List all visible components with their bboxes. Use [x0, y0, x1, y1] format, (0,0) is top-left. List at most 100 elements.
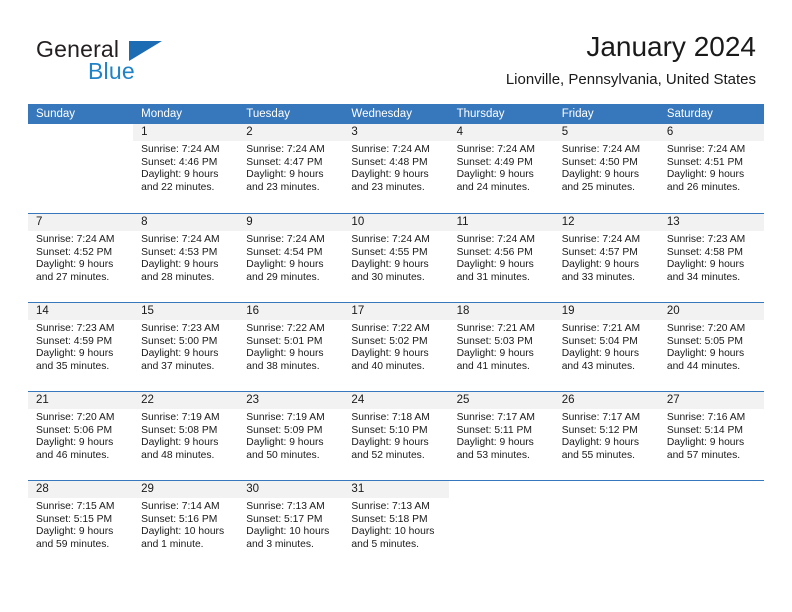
daylight-text-line2: and 53 minutes. [456, 449, 530, 461]
calendar-day-cell[interactable]: 23 Sunrise: 7:19 AM Sunset: 5:09 PM Dayligh… [238, 392, 344, 480]
daylight-text-line1: Daylight: 9 hours [666, 348, 745, 360]
sunset-text: Sunset: 5:05 PM [666, 335, 743, 347]
calendar-day-cell[interactable]: 14 Sunrise: 7:23 AM Sunset: 4:59 PM Dayligh… [28, 303, 134, 391]
daylight-text-line2: and 23 minutes. [351, 181, 425, 193]
day-details: Sunrise: 7:18 AM Sunset: 5:10 PM Daylight:… [343, 409, 448, 462]
calendar-day-cell[interactable]: 17 Sunrise: 7:22 AM Sunset: 5:02 PM Dayligh… [343, 303, 449, 391]
calendar-day-cell[interactable]: 18 Sunrise: 7:21 AM Sunset: 5:03 PM Dayligh… [448, 303, 554, 391]
sunset-text: Sunset: 5:17 PM [246, 513, 323, 525]
sunset-text: Sunset: 5:08 PM [141, 424, 218, 436]
daylight-text-line1: Daylight: 9 hours [36, 348, 114, 360]
calendar-day-cell[interactable]: 21 Sunrise: 7:20 AM Sunset: 5:06 PM Dayligh… [28, 392, 134, 480]
sunset-text: Sunset: 4:48 PM [351, 156, 428, 168]
daylight-text-line1: Daylight: 9 hours [561, 169, 639, 181]
daylight-text-line2: and 34 minutes. [666, 271, 741, 283]
calendar-day-cell[interactable]: 19 Sunrise: 7:21 AM Sunset: 5:04 PM Dayligh… [553, 303, 659, 391]
day-number: 5 [553, 124, 659, 141]
day-number: 29 [133, 481, 239, 498]
calendar-day-cell[interactable]: 3 Sunrise: 7:24 AM Sunset: 4:48 PM Daylight… [343, 124, 449, 213]
calendar-day-cell[interactable]: 12 Sunrise: 7:24 AM Sunset: 4:57 PM Dayligh… [553, 214, 659, 302]
calendar-week-row: 1 Sunrise: 7:24 AM Sunset: 4:46 PM Daylight… [28, 124, 764, 213]
sunrise-text: Sunrise: 7:13 AM [351, 501, 430, 512]
day-number: 15 [133, 303, 239, 320]
daylight-text-line2: and 1 minute. [141, 538, 204, 550]
sunrise-text: Sunrise: 7:21 AM [456, 323, 535, 334]
sunset-text: Sunset: 5:00 PM [141, 335, 218, 347]
calendar-day-cell[interactable]: 5 Sunrise: 7:24 AM Sunset: 4:50 PM Daylight… [553, 124, 659, 213]
sunrise-text: Sunrise: 7:24 AM [141, 144, 220, 155]
daylight-text-line1: Daylight: 9 hours [561, 437, 639, 449]
daylight-text-line1: Daylight: 9 hours [456, 169, 534, 181]
calendar-day-cell[interactable]: 30 Sunrise: 7:13 AM Sunset: 5:17 PM Dayligh… [238, 481, 344, 569]
daylight-text-line2: and 46 minutes. [36, 449, 110, 461]
sunset-text: Sunset: 5:18 PM [351, 513, 428, 525]
calendar-day-cell[interactable]: 29 Sunrise: 7:14 AM Sunset: 5:16 PM Dayligh… [133, 481, 239, 569]
sunrise-text: Sunrise: 7:24 AM [351, 234, 430, 245]
sunset-text: Sunset: 5:15 PM [36, 513, 113, 525]
calendar-day-cell[interactable]: 15 Sunrise: 7:23 AM Sunset: 5:00 PM Dayligh… [133, 303, 239, 391]
daylight-text-line2: and 43 minutes. [561, 360, 635, 372]
calendar-day-cell[interactable]: 4 Sunrise: 7:24 AM Sunset: 4:49 PM Daylight… [448, 124, 554, 213]
day-details: Sunrise: 7:24 AM Sunset: 4:55 PM Daylight:… [343, 231, 448, 284]
sunrise-text: Sunrise: 7:22 AM [246, 323, 325, 334]
calendar-day-cell[interactable]: 28 Sunrise: 7:15 AM Sunset: 5:15 PM Dayligh… [28, 481, 134, 569]
daylight-text-line2: and 5 minutes. [351, 538, 419, 550]
calendar-day-cell[interactable]: 2 Sunrise: 7:24 AM Sunset: 4:47 PM Daylight… [238, 124, 344, 213]
day-number [28, 124, 133, 141]
calendar-day-cell[interactable]: 16 Sunrise: 7:22 AM Sunset: 5:01 PM Dayligh… [238, 303, 344, 391]
calendar-day-cell[interactable]: 8 Sunrise: 7:24 AM Sunset: 4:53 PM Daylight… [133, 214, 239, 302]
daylight-text-line1: Daylight: 9 hours [36, 259, 114, 271]
title-block: January 2024 Lionville, Pennsylvania, Un… [506, 30, 756, 89]
day-details: Sunrise: 7:24 AM Sunset: 4:57 PM Daylight:… [554, 231, 659, 284]
calendar-day-cell[interactable]: 26 Sunrise: 7:17 AM Sunset: 5:12 PM Dayligh… [553, 392, 659, 480]
calendar-day-cell[interactable]: 27 Sunrise: 7:16 AM Sunset: 5:14 PM Dayligh… [658, 392, 764, 480]
calendar-day-cell[interactable]: 24 Sunrise: 7:18 AM Sunset: 5:10 PM Dayligh… [343, 392, 449, 480]
calendar-day-cell[interactable]: 31 Sunrise: 7:13 AM Sunset: 5:18 PM Dayligh… [343, 481, 449, 569]
daylight-text-line2: and 27 minutes. [36, 271, 110, 283]
sunrise-text: Sunrise: 7:16 AM [666, 412, 746, 423]
day-number: 27 [658, 392, 764, 409]
sunrise-text: Sunrise: 7:13 AM [246, 501, 325, 512]
calendar-day-cell[interactable]: 20 Sunrise: 7:20 AM Sunset: 5:05 PM Dayligh… [658, 303, 764, 391]
sunrise-text: Sunrise: 7:23 AM [666, 234, 746, 245]
calendar-day-cell[interactable]: 10 Sunrise: 7:24 AM Sunset: 4:55 PM Dayligh… [343, 214, 449, 302]
day-number: 28 [28, 481, 134, 498]
day-details: Sunrise: 7:24 AM Sunset: 4:52 PM Daylight:… [28, 231, 133, 284]
calendar-day-cell[interactable]: 25 Sunrise: 7:17 AM Sunset: 5:11 PM Dayligh… [448, 392, 554, 480]
day-number: 3 [343, 124, 449, 141]
calendar-day-cell[interactable]: 13 Sunrise: 7:23 AM Sunset: 4:58 PM Dayligh… [658, 214, 764, 302]
calendar-day-cell-empty [449, 481, 554, 569]
sunrise-text: Sunrise: 7:24 AM [36, 234, 115, 245]
day-number: 31 [343, 481, 449, 498]
calendar-day-cell[interactable]: 11 Sunrise: 7:24 AM Sunset: 4:56 PM Dayligh… [448, 214, 554, 302]
sunrise-text: Sunrise: 7:24 AM [666, 144, 746, 155]
day-number [659, 481, 764, 498]
sunset-text: Sunset: 5:06 PM [36, 424, 113, 436]
brand-logo[interactable]: General Blue [36, 36, 236, 92]
day-details: Sunrise: 7:24 AM Sunset: 4:46 PM Daylight:… [133, 141, 238, 194]
daylight-text-line2: and 57 minutes. [666, 449, 741, 461]
sunset-text: Sunset: 4:52 PM [36, 246, 113, 258]
day-number: 19 [553, 303, 659, 320]
calendar-week-row: 7 Sunrise: 7:24 AM Sunset: 4:52 PM Daylight… [28, 213, 764, 302]
calendar-day-cell[interactable]: 22 Sunrise: 7:19 AM Sunset: 5:08 PM Dayligh… [133, 392, 239, 480]
daylight-text-line2: and 40 minutes. [351, 360, 425, 372]
calendar-day-cell[interactable]: 9 Sunrise: 7:24 AM Sunset: 4:54 PM Daylight… [238, 214, 344, 302]
day-details: Sunrise: 7:23 AM Sunset: 4:58 PM Daylight:… [659, 231, 764, 284]
day-number: 6 [658, 124, 764, 141]
sunset-text: Sunset: 5:03 PM [456, 335, 533, 347]
daylight-text-line2: and 38 minutes. [246, 360, 320, 372]
daylight-text-line1: Daylight: 9 hours [456, 348, 534, 360]
calendar-day-cell[interactable]: 1 Sunrise: 7:24 AM Sunset: 4:46 PM Daylight… [133, 124, 239, 213]
day-details: Sunrise: 7:16 AM Sunset: 5:14 PM Daylight:… [659, 409, 764, 462]
calendar-day-cell[interactable]: 6 Sunrise: 7:24 AM Sunset: 4:51 PM Daylight… [658, 124, 764, 213]
day-details: Sunrise: 7:23 AM Sunset: 5:00 PM Daylight:… [133, 320, 238, 373]
day-details: Sunrise: 7:19 AM Sunset: 5:08 PM Daylight:… [133, 409, 238, 462]
daylight-text-line1: Daylight: 9 hours [36, 526, 114, 538]
day-number: 17 [343, 303, 449, 320]
day-number: 20 [658, 303, 764, 320]
sunset-text: Sunset: 5:16 PM [141, 513, 218, 525]
day-details: Sunrise: 7:17 AM Sunset: 5:12 PM Daylight:… [554, 409, 659, 462]
calendar-day-cell[interactable]: 7 Sunrise: 7:24 AM Sunset: 4:52 PM Daylight… [28, 214, 134, 302]
daylight-text-line1: Daylight: 9 hours [351, 348, 429, 360]
